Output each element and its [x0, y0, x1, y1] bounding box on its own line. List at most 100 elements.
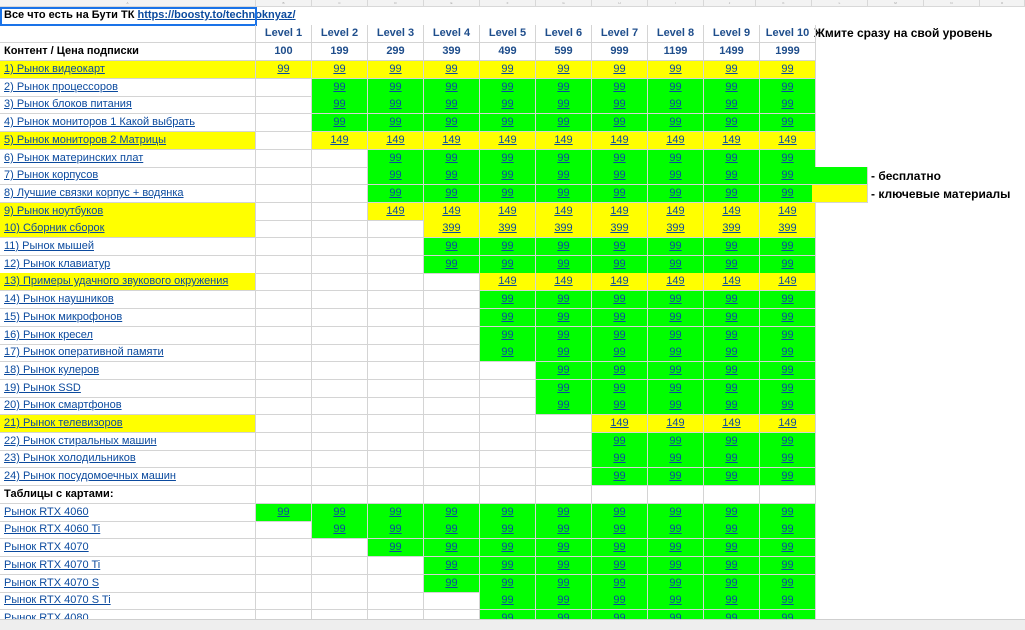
price-cell[interactable]: 99: [536, 256, 592, 274]
level-header-3[interactable]: Level 3: [368, 25, 424, 43]
price-cell[interactable]: 149: [368, 203, 424, 221]
content-row-label[interactable]: 17) Рынок оперативной памяти: [0, 344, 256, 362]
price-cell[interactable]: 99: [760, 61, 816, 79]
price-cell[interactable]: 99: [648, 433, 704, 451]
price-cell[interactable]: 99: [760, 504, 816, 522]
column-header-n[interactable]: N: [924, 0, 980, 6]
price-cell[interactable]: 99: [592, 291, 648, 309]
price-cell[interactable]: 99: [592, 397, 648, 415]
price-cell[interactable]: 99: [536, 79, 592, 97]
price-cell[interactable]: 99: [424, 521, 480, 539]
price-cell[interactable]: 99: [368, 539, 424, 557]
price-cell[interactable]: 99: [480, 150, 536, 168]
price-cell[interactable]: 99: [424, 238, 480, 256]
price-cell[interactable]: 99: [704, 468, 760, 486]
price-cell[interactable]: 99: [480, 575, 536, 593]
content-row-label[interactable]: 7) Рынок корпусов: [0, 167, 256, 185]
price-cell[interactable]: 99: [536, 150, 592, 168]
column-header-c[interactable]: C: [312, 0, 368, 6]
price-cell[interactable]: 99: [424, 61, 480, 79]
price-cell[interactable]: 399: [480, 220, 536, 238]
price-cell[interactable]: 99: [592, 167, 648, 185]
content-row-label[interactable]: 1) Рынок видеокарт: [0, 61, 256, 79]
price-cell[interactable]: 149: [480, 203, 536, 221]
price-cell[interactable]: 99: [648, 150, 704, 168]
content-row-label[interactable]: 2) Рынок процессоров: [0, 79, 256, 97]
price-cell[interactable]: 99: [592, 592, 648, 610]
price-cell[interactable]: 99: [648, 450, 704, 468]
level-header-7[interactable]: Level 7: [592, 25, 648, 43]
price-cell[interactable]: 99: [704, 450, 760, 468]
price-cell[interactable]: 99: [592, 362, 648, 380]
price-cell[interactable]: 99: [424, 167, 480, 185]
price-cell[interactable]: 99: [648, 362, 704, 380]
price-cell[interactable]: 149: [704, 132, 760, 150]
price-cell[interactable]: 99: [424, 256, 480, 274]
price-cell[interactable]: 99: [760, 539, 816, 557]
price-cell[interactable]: 99: [536, 557, 592, 575]
price-cell[interactable]: 99: [704, 291, 760, 309]
price-cell[interactable]: 149: [536, 203, 592, 221]
content-row-label[interactable]: 22) Рынок стиральных машин: [0, 433, 256, 451]
price-cell[interactable]: 149: [536, 132, 592, 150]
price-cell[interactable]: 149: [648, 203, 704, 221]
content-row-label[interactable]: 23) Рынок холодильников: [0, 450, 256, 468]
price-cell[interactable]: 149: [760, 415, 816, 433]
price-cell[interactable]: 99: [592, 256, 648, 274]
price-cell[interactable]: 99: [424, 96, 480, 114]
price-cell[interactable]: 99: [592, 450, 648, 468]
sheet-tabs-bar[interactable]: [0, 619, 1025, 630]
price-cell[interactable]: 99: [648, 521, 704, 539]
price-cell[interactable]: 99: [536, 362, 592, 380]
price-cell[interactable]: 99: [480, 96, 536, 114]
price-cell[interactable]: 99: [368, 79, 424, 97]
price-cell[interactable]: 99: [648, 309, 704, 327]
price-cell[interactable]: 99: [760, 79, 816, 97]
price-cell[interactable]: 99: [368, 167, 424, 185]
content-row-label[interactable]: 8) Лучшие связки корпус + водянка: [0, 185, 256, 203]
column-header-i[interactable]: I: [648, 0, 704, 6]
price-cell[interactable]: 99: [592, 96, 648, 114]
price-cell[interactable]: 99: [480, 256, 536, 274]
price-cell[interactable]: 99: [480, 238, 536, 256]
price-cell[interactable]: 99: [424, 575, 480, 593]
price-cell[interactable]: 99: [760, 96, 816, 114]
price-cell[interactable]: 99: [760, 592, 816, 610]
price-cell[interactable]: 99: [760, 309, 816, 327]
price-cell[interactable]: 99: [592, 150, 648, 168]
price-cell[interactable]: 99: [592, 468, 648, 486]
price-cell[interactable]: 399: [648, 220, 704, 238]
content-row-label[interactable]: Рынок RTX 4060: [0, 504, 256, 522]
price-cell[interactable]: 149: [592, 203, 648, 221]
column-header-j[interactable]: J: [704, 0, 756, 6]
price-cell[interactable]: 99: [592, 521, 648, 539]
price-cell[interactable]: 99: [592, 557, 648, 575]
price-cell[interactable]: 149: [648, 415, 704, 433]
price-cell[interactable]: 99: [592, 433, 648, 451]
content-row-label[interactable]: 20) Рынок смартфонов: [0, 397, 256, 415]
price-cell[interactable]: 99: [648, 539, 704, 557]
content-row-label[interactable]: 3) Рынок блоков питания: [0, 96, 256, 114]
price-cell[interactable]: 99: [648, 185, 704, 203]
price-cell[interactable]: 99: [592, 79, 648, 97]
price-cell[interactable]: 99: [480, 592, 536, 610]
price-cell[interactable]: 99: [760, 380, 816, 398]
price-cell[interactable]: 99: [648, 96, 704, 114]
price-cell[interactable]: 99: [536, 114, 592, 132]
price-cell[interactable]: 149: [760, 132, 816, 150]
price-cell[interactable]: 99: [760, 557, 816, 575]
price-cell[interactable]: 99: [704, 150, 760, 168]
price-cell[interactable]: 399: [424, 220, 480, 238]
price-cell[interactable]: 99: [704, 114, 760, 132]
price-cell[interactable]: 99: [704, 79, 760, 97]
price-cell[interactable]: 99: [648, 397, 704, 415]
column-header-h[interactable]: H: [592, 0, 648, 6]
price-cell[interactable]: 99: [648, 256, 704, 274]
price-cell[interactable]: 149: [704, 415, 760, 433]
price-cell[interactable]: 99: [592, 309, 648, 327]
content-row-label[interactable]: Рынок RTX 4070: [0, 539, 256, 557]
price-cell[interactable]: 99: [536, 291, 592, 309]
price-cell[interactable]: 99: [480, 167, 536, 185]
price-cell[interactable]: 149: [312, 132, 368, 150]
price-cell[interactable]: 99: [536, 521, 592, 539]
